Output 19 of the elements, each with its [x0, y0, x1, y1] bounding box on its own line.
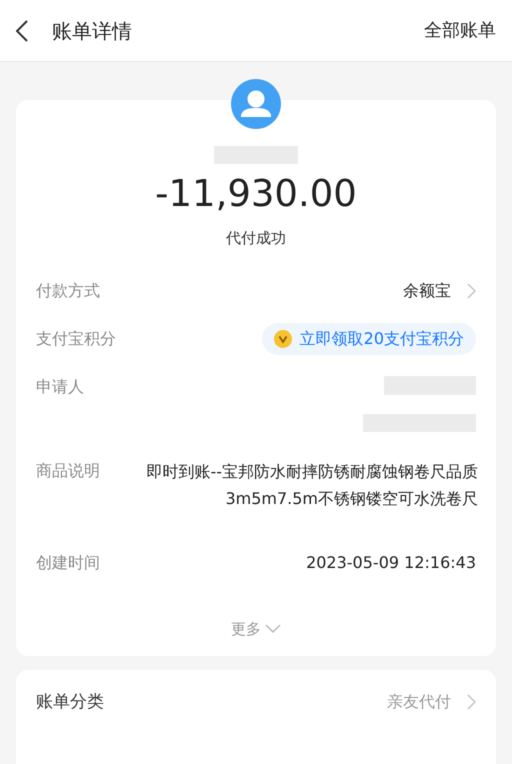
- row-label: 支付宝积分: [36, 328, 117, 350]
- category-link[interactable]: 亲友代付: [387, 690, 476, 714]
- created-time: 2023-05-09 12:16:43: [306, 552, 476, 574]
- payment-status: 代付成功: [226, 228, 286, 249]
- row-label: 创建时间: [36, 552, 101, 574]
- points-badge[interactable]: 立即领取20支付宝积分: [262, 322, 476, 354]
- row-label: 商品说明: [36, 460, 101, 482]
- payment-method-link[interactable]: 余额宝: [403, 278, 476, 304]
- page-title: 账单详情: [52, 18, 132, 44]
- row-label: 账单分类: [36, 691, 104, 714]
- row-label: 付款方式: [36, 280, 101, 302]
- amount: -11,930.00: [155, 171, 357, 217]
- chevron-right-icon: [467, 694, 476, 710]
- more-toggle[interactable]: 更多: [231, 618, 281, 640]
- row-label: 申请人: [36, 376, 85, 398]
- product-description: 即时到账--宝邦防水耐摔防锈耐腐蚀钢卷尺品质3m5m7.5m不锈钢镂空可水洗卷尺: [145, 460, 478, 510]
- coin-icon: [274, 330, 292, 348]
- chevron-right-icon: [467, 282, 476, 298]
- all-bills-link[interactable]: 全部账单: [424, 17, 496, 44]
